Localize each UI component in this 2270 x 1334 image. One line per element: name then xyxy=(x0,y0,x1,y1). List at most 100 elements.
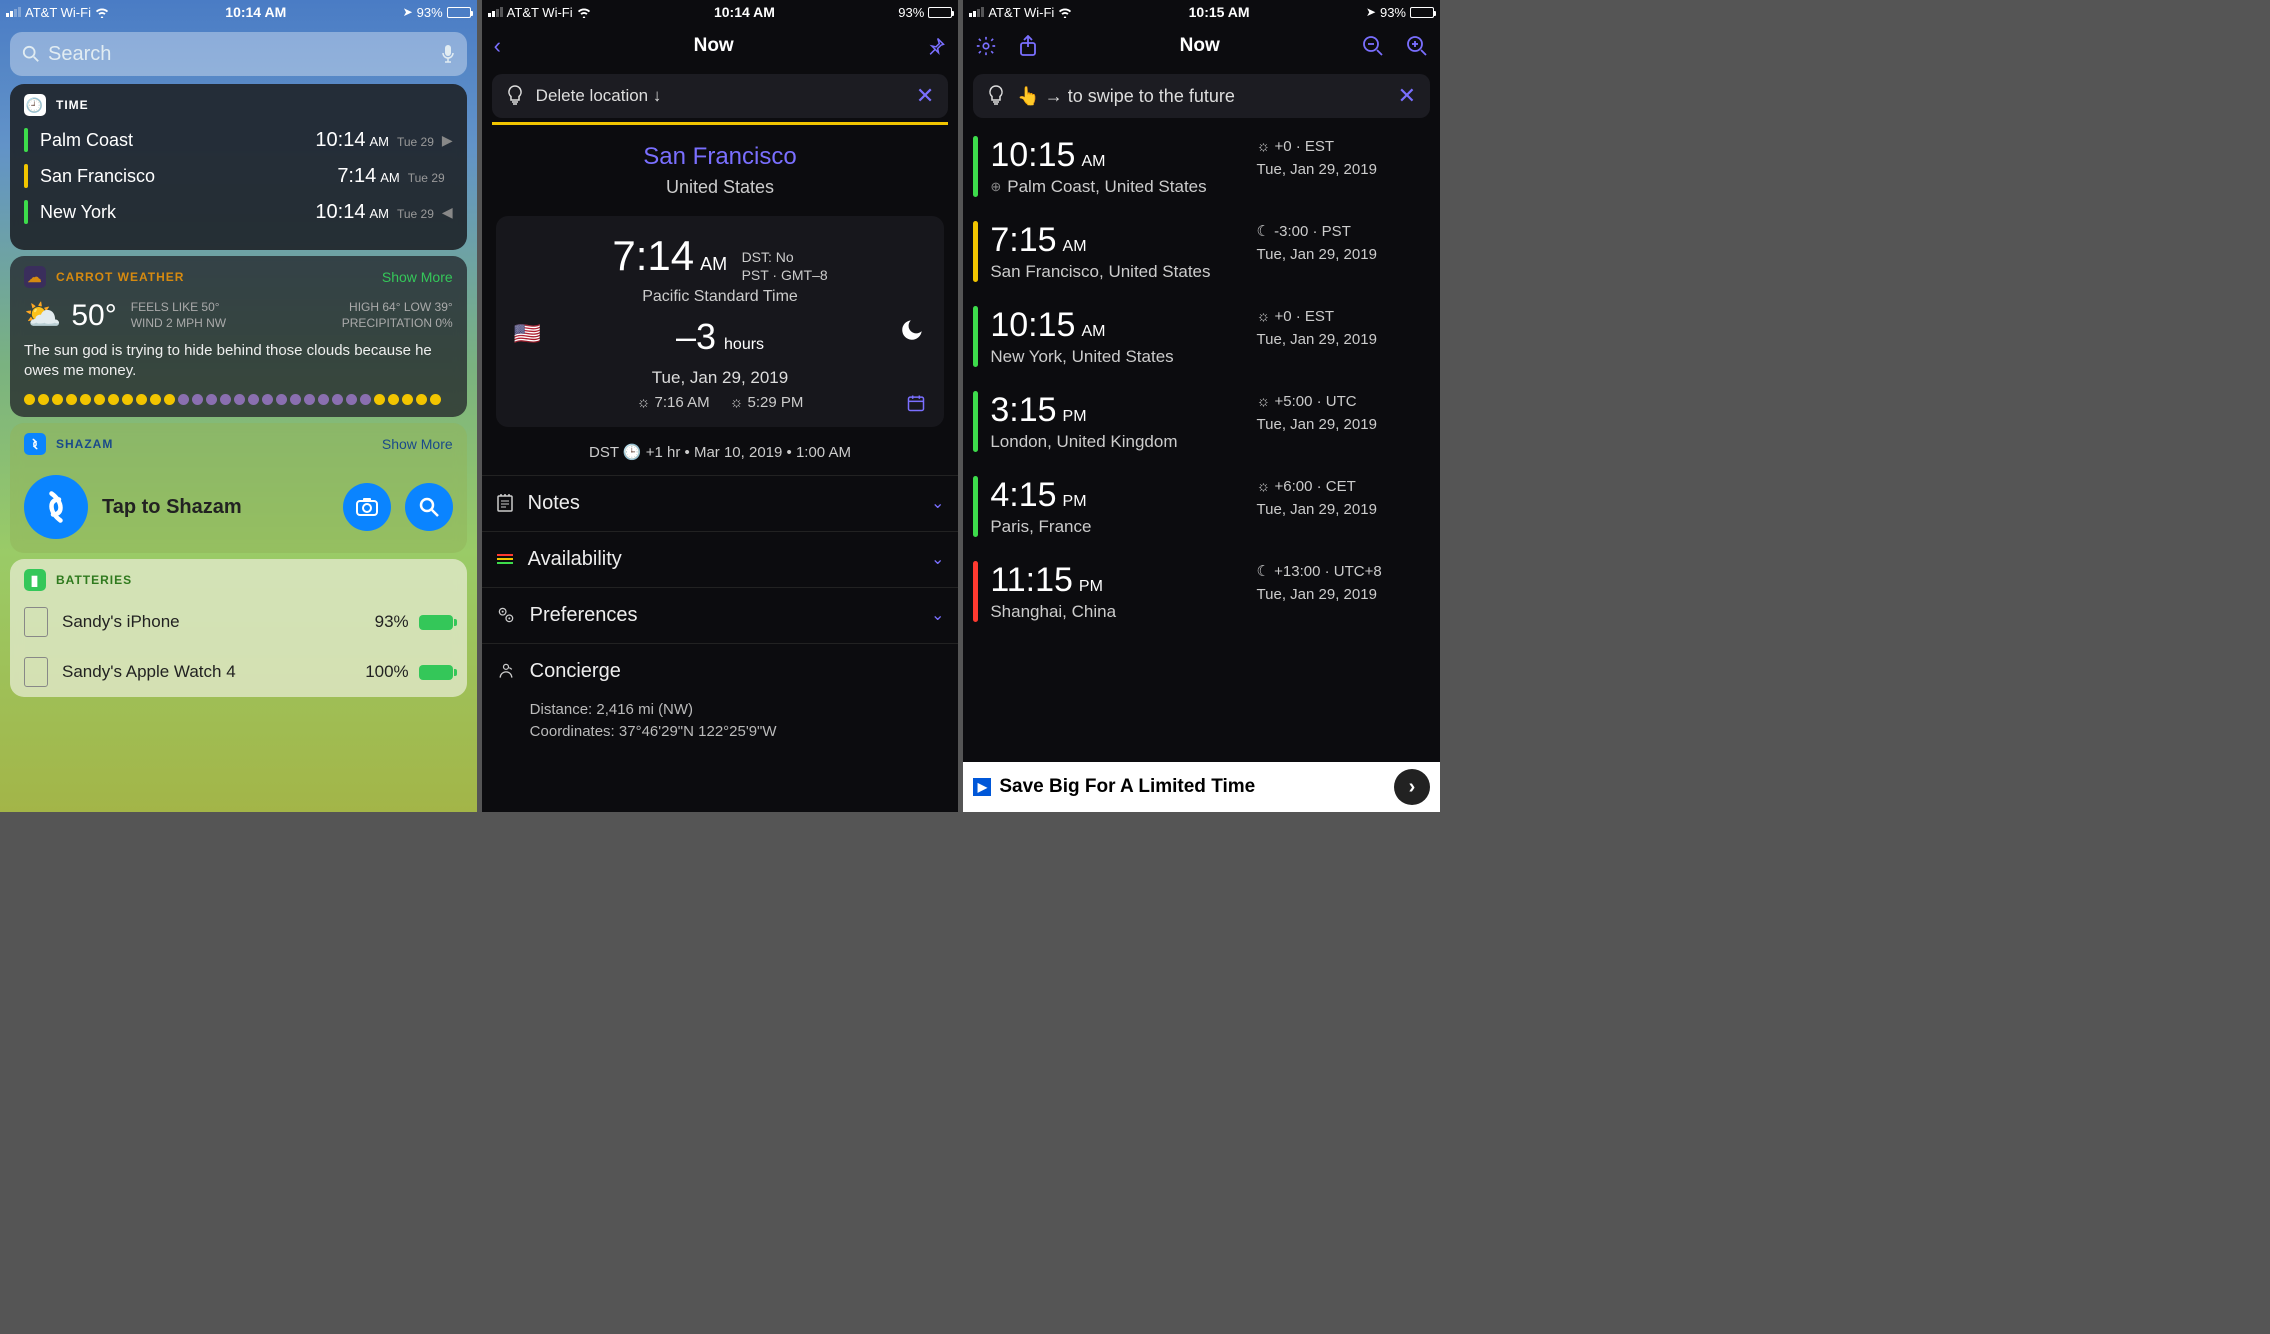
concierge-icon xyxy=(496,661,516,681)
row-ampm: AM xyxy=(1081,153,1105,171)
location-country: United States xyxy=(482,177,959,198)
row-date: Tue, Jan 29, 2019 xyxy=(1257,414,1426,437)
sunset: ☼ 5:29 PM xyxy=(730,394,804,411)
shazam-widget[interactable]: SHAZAM Show More Tap to Shazam xyxy=(10,423,467,553)
city-name: Palm Coast xyxy=(40,130,315,151)
time-row[interactable]: New York 10:14 AM Tue 29 ◀ xyxy=(10,194,467,230)
phone-city-list: AT&T Wi-Fi 10:15 AM ➤ 93% Now 👆 xyxy=(963,0,1440,812)
row-time: 7:15 xyxy=(990,221,1056,260)
detail-date: Tue, Jan 29, 2019 xyxy=(512,368,929,388)
distance: Distance: 2,416 mi (NW) xyxy=(530,699,945,722)
device-pct: 100% xyxy=(365,662,408,682)
detail-time: 7:14 xyxy=(612,232,694,280)
city-row[interactable]: 4:15PM Paris, France ☼ +6:00 · CET Tue, … xyxy=(963,464,1440,549)
nav-title: Now xyxy=(694,35,734,57)
search-input[interactable]: Search xyxy=(10,32,467,76)
hourly-dots xyxy=(10,386,467,417)
device-pct: 93% xyxy=(375,612,409,632)
city-row[interactable]: 10:15AM New York, United States ☼ +0 · E… xyxy=(963,294,1440,379)
device-icon xyxy=(24,657,48,687)
row-ampm: AM xyxy=(1063,238,1087,256)
lightbulb-icon xyxy=(506,85,524,107)
time-row[interactable]: San Francisco 7:14 AM Tue 29 xyxy=(10,158,467,194)
availability-section[interactable]: Availability ⌄ xyxy=(482,531,959,587)
carrot-header: ☁ CARROT WEATHER Show More xyxy=(10,256,467,294)
city-row[interactable]: 7:15AM San Francisco, United States ☾ -3… xyxy=(963,209,1440,294)
row-ampm: AM xyxy=(1081,323,1105,341)
row-offset: ☼ +6:00 · CET xyxy=(1257,476,1426,499)
camera-button[interactable] xyxy=(343,483,391,531)
calendar-icon[interactable] xyxy=(906,393,926,413)
tap-to-shazam[interactable]: Tap to Shazam xyxy=(102,496,329,519)
color-bar xyxy=(24,164,28,188)
availability-label: Availability xyxy=(528,548,622,571)
wind: WIND 2 MPH NW xyxy=(131,316,226,332)
time-row[interactable]: Palm Coast 10:14 AM Tue 29 ▶ xyxy=(10,122,467,158)
row-date: Tue 29 xyxy=(408,171,445,185)
city-row[interactable]: 3:15PM London, United Kingdom ☼ +5:00 · … xyxy=(963,379,1440,464)
row-date: Tue 29 xyxy=(397,135,434,149)
battery-pct: 93% xyxy=(417,5,443,20)
cell-signal-icon xyxy=(6,7,21,17)
battery-icon xyxy=(447,7,471,18)
weather-text: The sun god is trying to hide behind tho… xyxy=(10,335,467,386)
search-button[interactable] xyxy=(405,483,453,531)
preferences-label: Preferences xyxy=(530,604,638,627)
concierge-meta: Distance: 2,416 mi (NW) Coordinates: 37°… xyxy=(482,699,959,758)
shazam-header: SHAZAM Show More xyxy=(10,423,467,461)
batteries-header: ▮ BATTERIES xyxy=(10,559,467,597)
ad-text: Save Big For A Limited Time xyxy=(999,776,1255,798)
back-button[interactable]: ‹ xyxy=(494,33,501,59)
location-name[interactable]: San Francisco xyxy=(482,143,959,171)
pin-button[interactable] xyxy=(926,36,946,56)
tz-short: PST · GMT–8 xyxy=(742,266,828,284)
ad-banner[interactable]: ▶ Save Big For A Limited Time › xyxy=(963,762,1440,812)
time-widget-header: 🕘 TIME xyxy=(10,84,467,122)
carrier-label: AT&T Wi-Fi xyxy=(507,5,573,20)
temperature: 50° xyxy=(71,299,116,333)
carrot-show-more[interactable]: Show More xyxy=(382,269,453,285)
chevron-down-icon: ⌄ xyxy=(931,605,944,625)
cell-signal-icon xyxy=(488,7,503,17)
crosshair-icon: ⊕ xyxy=(990,179,1001,195)
mic-icon[interactable] xyxy=(441,44,455,64)
row-date: Tue 29 xyxy=(397,207,434,221)
close-tip-button[interactable]: ✕ xyxy=(916,83,934,109)
zoom-in-button[interactable] xyxy=(1406,35,1428,57)
shazam-logo-icon[interactable] xyxy=(24,475,88,539)
shazam-show-more[interactable]: Show More xyxy=(382,436,453,452)
row-location: San Francisco, United States xyxy=(990,262,1210,282)
flag-icon: 🇺🇸 xyxy=(514,321,541,347)
preferences-section[interactable]: Preferences ⌄ xyxy=(482,587,959,643)
row-time: 10:14 xyxy=(315,129,365,152)
offset-unit: hours xyxy=(724,336,764,354)
tip-bar: Delete location ↓ ✕ xyxy=(492,74,949,118)
row-location: New York, United States xyxy=(990,347,1173,367)
concierge-section[interactable]: Concierge xyxy=(482,643,959,699)
notes-section[interactable]: Notes ⌄ xyxy=(482,475,959,531)
chevron-down-icon: ⌄ xyxy=(931,493,944,513)
time-widget[interactable]: 🕘 TIME Palm Coast 10:14 AM Tue 29 ▶ San … xyxy=(10,84,467,250)
precip: PRECIPITATION 0% xyxy=(342,316,453,332)
settings-button[interactable] xyxy=(975,35,997,57)
city-row[interactable]: 11:15PM Shanghai, China ☾ +13:00 · UTC+8… xyxy=(963,549,1440,634)
row-location: London, United Kingdom xyxy=(990,432,1177,452)
shazam-body: Tap to Shazam xyxy=(10,461,467,553)
batteries-widget[interactable]: ▮ BATTERIES Sandy's iPhone 93% Sandy's A… xyxy=(10,559,467,697)
carrot-weather-widget[interactable]: ☁ CARROT WEATHER Show More ⛅ 50° FEELS L… xyxy=(10,256,467,417)
shazam-app-icon xyxy=(24,433,46,455)
share-button[interactable] xyxy=(1019,35,1037,57)
phone-location-detail: AT&T Wi-Fi 10:14 AM 93% ‹ Now Delete loc… xyxy=(482,0,959,812)
chevron-icon: ▶ xyxy=(442,132,453,149)
row-time: 4:15 xyxy=(990,476,1056,515)
row-ampm: PM xyxy=(1063,493,1087,511)
city-row[interactable]: 10:15AM ⊕Palm Coast, United States ☼ +0 … xyxy=(963,124,1440,209)
close-tip-button[interactable]: ✕ xyxy=(1398,83,1416,109)
city-name: New York xyxy=(40,202,315,223)
detail-ampm: AM xyxy=(700,254,727,275)
zoom-out-button[interactable] xyxy=(1362,35,1384,57)
cell-signal-icon xyxy=(969,7,984,17)
device-name: Sandy's Apple Watch 4 xyxy=(62,662,365,682)
chevron-down-icon: ⌄ xyxy=(931,549,944,569)
time-card: 7:14 AM DST: No PST · GMT–8 Pacific Stan… xyxy=(496,216,945,427)
